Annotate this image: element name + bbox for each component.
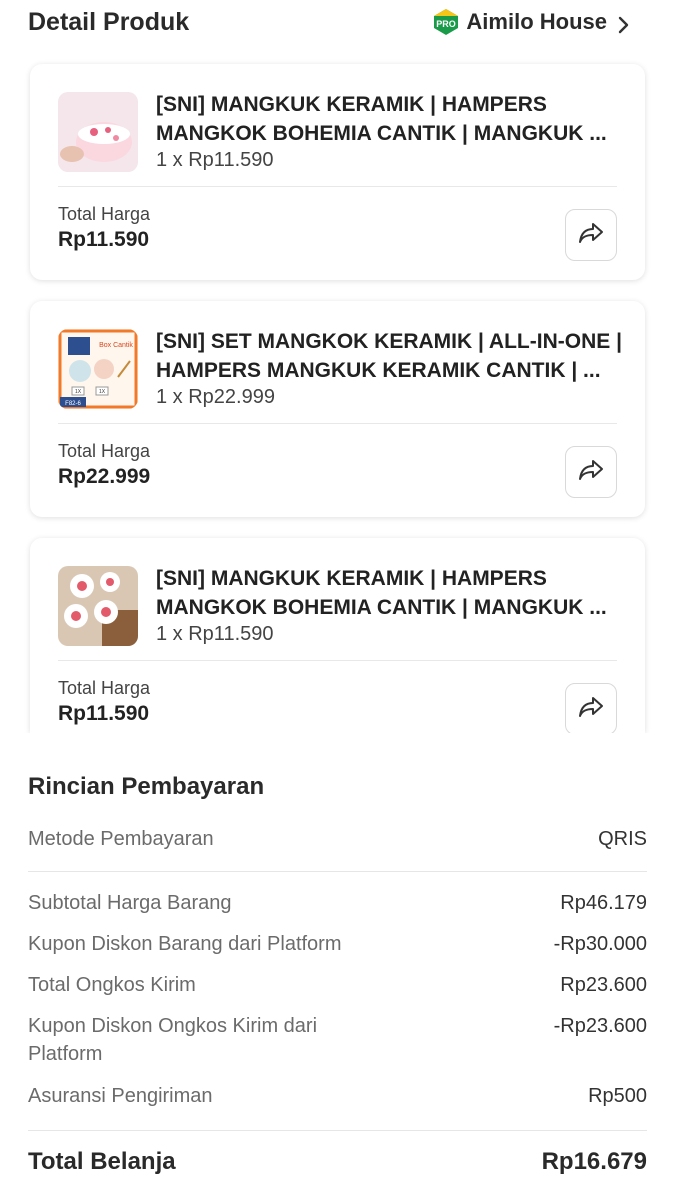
payment-divider — [28, 871, 647, 872]
product-name: [SNI] MANGKUK KERAMIK | HAMPERS MANGKOK … — [156, 567, 607, 619]
pro-badge-icon: PRO — [432, 8, 460, 36]
product-card[interactable]: [SNI] MANGKUK KERAMIK | HAMPERS MANGKOK … — [30, 538, 645, 733]
share-button[interactable] — [565, 209, 617, 261]
share-icon — [578, 222, 604, 249]
payment-row-value: -Rp23.600 — [553, 1015, 647, 1037]
payment-row-label: Kupon Diskon Ongkos Kirim dari Platform — [28, 1015, 318, 1065]
payment-row-value: -Rp30.000 — [553, 933, 647, 955]
payment-divider — [28, 1130, 647, 1131]
product-thumbnail — [58, 92, 138, 172]
share-icon — [578, 459, 604, 486]
thumb-box-label: Box Cantik — [99, 342, 133, 349]
payment-row: Asuransi Pengiriman Rp500 — [28, 1082, 647, 1110]
card-divider — [58, 186, 617, 187]
thumb-code: F82-6 — [65, 401, 81, 407]
payment-method-row: Metode Pembayaran QRIS — [28, 825, 647, 853]
payment-row: Kupon Diskon Barang dari Platform -Rp30.… — [28, 930, 647, 958]
total-price-value: Rp22.999 — [58, 465, 151, 488]
chevron-right-icon[interactable] — [617, 14, 631, 36]
grand-total-row: Total Belanja Rp16.679 — [28, 1148, 647, 1176]
payment-method-value: QRIS — [598, 828, 647, 850]
total-price-label: Total Harga — [58, 678, 151, 698]
total-price-label: Total Harga — [58, 204, 151, 224]
payment-row-label: Subtotal Harga Barang — [28, 892, 232, 914]
total-price-value: Rp11.590 — [58, 702, 150, 725]
shop-name: Aimilo House — [466, 9, 607, 34]
thumb-qty-2: 1X — [99, 389, 106, 395]
product-qty-price: 1 x Rp11.590 — [156, 149, 274, 171]
total-price-label: Total Harga — [58, 441, 151, 461]
thumb-qty-1: 1X — [75, 389, 82, 395]
payment-row-label: Kupon Diskon Barang dari Platform — [28, 933, 342, 955]
payment-title: Rincian Pembayaran — [28, 773, 265, 800]
grand-total-label: Total Belanja — [28, 1148, 176, 1175]
product-name: [SNI] MANGKUK KERAMIK | HAMPERS MANGKOK … — [156, 93, 607, 145]
product-qty-price: 1 x Rp22.999 — [156, 386, 275, 408]
share-icon — [578, 696, 604, 723]
section-title: Detail Produk — [28, 8, 190, 36]
product-card[interactable]: Box Cantik 1X 1X F82-6 [SNI] SET MANGKOK… — [30, 301, 645, 517]
payment-row-value: Rp23.600 — [560, 974, 647, 996]
payment-details: Rincian Pembayaran Metode Pembayaran QRI… — [0, 733, 675, 1200]
payment-row: Kupon Diskon Ongkos Kirim dari Platform … — [28, 1012, 647, 1068]
pro-badge-text: PRO — [437, 19, 457, 29]
shop-link[interactable]: PRO Aimilo House — [432, 8, 607, 36]
payment-row: Total Ongkos Kirim Rp23.600 — [28, 971, 647, 999]
payment-row: Subtotal Harga Barang Rp46.179 — [28, 889, 647, 917]
product-qty-price: 1 x Rp11.590 — [156, 623, 274, 645]
payment-method-label: Metode Pembayaran — [28, 828, 214, 850]
product-thumbnail: Box Cantik 1X 1X F82-6 — [58, 329, 138, 409]
share-button[interactable] — [565, 446, 617, 498]
payment-row-label: Asuransi Pengiriman — [28, 1085, 213, 1107]
product-detail-header: Detail Produk PRO Aimilo House — [0, 0, 675, 52]
product-name: [SNI] SET MANGKOK KERAMIK | ALL-IN-ONE |… — [156, 330, 622, 382]
grand-total-value: Rp16.679 — [541, 1148, 647, 1175]
payment-row-value: Rp500 — [588, 1085, 647, 1107]
product-card[interactable]: [SNI] MANGKUK KERAMIK | HAMPERS MANGKOK … — [30, 64, 645, 280]
share-button[interactable] — [565, 683, 617, 733]
total-price-value: Rp11.590 — [58, 228, 150, 251]
card-divider — [58, 423, 617, 424]
card-divider — [58, 660, 617, 661]
payment-row-label: Total Ongkos Kirim — [28, 974, 196, 996]
payment-row-value: Rp46.179 — [560, 892, 647, 914]
product-thumbnail — [58, 566, 138, 646]
